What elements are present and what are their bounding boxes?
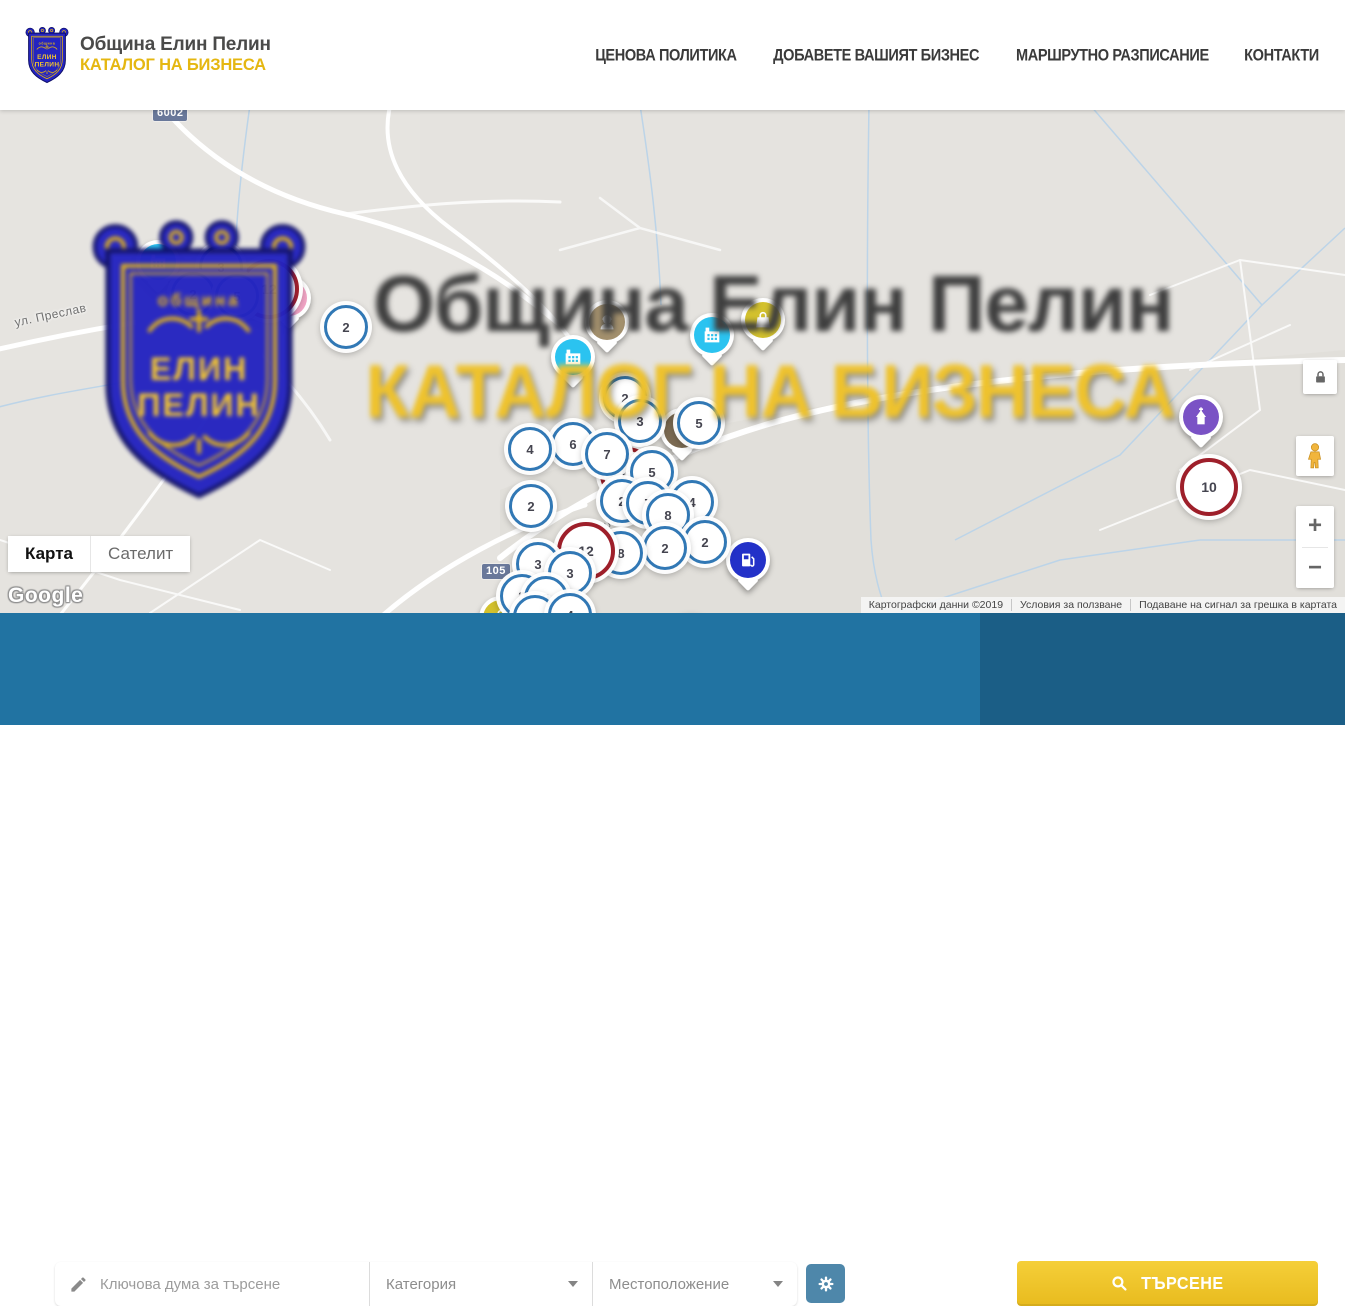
factory-icon — [147, 251, 169, 273]
pencil-icon — [69, 1275, 88, 1294]
street-view-pegman[interactable] — [1296, 436, 1334, 476]
google-logo[interactable]: Google — [8, 584, 83, 608]
pin-ball — [1179, 395, 1223, 439]
keyword-search-input[interactable] — [98, 1268, 369, 1300]
cluster-marker[interactable]: 2 — [324, 305, 368, 349]
search-icon — [1110, 1274, 1129, 1293]
cluster-marker[interactable]: 2 — [683, 520, 727, 564]
fuel-icon — [737, 549, 759, 571]
location-dropdown[interactable]: Местоположение — [592, 1262, 797, 1306]
nav-add-your-business[interactable]: ДОБАВЕТЕ ВАШИЯТ БИЗНЕС — [773, 46, 979, 64]
nav-pricing-policy[interactable]: ЦЕНОВА ПОЛИТИКА — [595, 46, 736, 64]
zoom-in-button[interactable]: + — [1296, 506, 1334, 547]
nav-contacts[interactable]: КОНТАКТИ — [1244, 46, 1319, 64]
map-type-satellite-button[interactable]: Сателит — [90, 536, 190, 572]
site-logo[interactable]: Община Елин Пелин КАТАЛОГ НА БИЗНЕСА — [24, 23, 271, 87]
map-markers-layer: 13123252235647522748228123338234510 — [0, 110, 1345, 613]
category-dropdown-label: Категория — [386, 1276, 456, 1293]
cluster-marker[interactable]: 7 — [585, 432, 629, 476]
site-subtitle: КАТАЛОГ НА БИЗНЕСА — [80, 57, 271, 74]
chevron-down-icon — [773, 1281, 783, 1287]
search-controls: Категория Местоположение — [55, 1262, 797, 1306]
cluster-marker[interactable]: 3 — [618, 399, 662, 443]
location-dropdown-label: Местоположение — [609, 1276, 729, 1293]
attribution-terms-link[interactable]: Условия за ползване — [1011, 599, 1130, 611]
keyword-field-wrap — [55, 1262, 369, 1306]
map-attribution: Картографски данни ©2019 Условия за полз… — [861, 597, 1345, 613]
main-nav: ЦЕНОВА ПОЛИТИКА ДОБАВЕТЕ ВАШИЯТ БИЗНЕС М… — [593, 47, 1320, 64]
worker-icon — [596, 311, 618, 333]
cluster-marker[interactable]: 5 — [677, 401, 721, 445]
pin-ball — [741, 298, 785, 342]
zoom-out-button[interactable]: − — [1296, 547, 1334, 588]
attribution-report-link[interactable]: Подаване на сигнал за грешка в картата — [1130, 599, 1345, 611]
category-pin-factory[interactable] — [690, 313, 734, 367]
chevron-down-icon — [568, 1281, 578, 1287]
cluster-marker[interactable]: 2 — [643, 526, 687, 570]
pin-ball — [726, 538, 770, 582]
factory-icon — [562, 346, 584, 368]
cluster-marker[interactable]: 10 — [1180, 458, 1238, 516]
cluster-marker[interactable]: 2 — [171, 272, 215, 316]
attribution-copyright: Картографски данни ©2019 — [861, 599, 1011, 611]
factory-icon — [701, 324, 723, 346]
gear-icon — [816, 1274, 836, 1294]
nav-route-schedule[interactable]: МАРШРУТНО РАЗПИСАНИЕ — [1016, 46, 1209, 64]
cluster-marker[interactable]: 4 — [508, 427, 552, 471]
pin-ball — [136, 240, 180, 284]
site-title: Община Елин Пелин — [80, 35, 271, 55]
category-pin-factory[interactable] — [551, 335, 595, 389]
lock-icon — [1313, 370, 1328, 385]
cluster-marker[interactable]: 2 — [509, 484, 553, 528]
zoom-control: + − — [1296, 506, 1334, 588]
bag-icon — [752, 309, 774, 331]
municipality-crest-icon — [24, 23, 70, 87]
search-button-label: ТЪРСЕНЕ — [1141, 1273, 1223, 1294]
fullscreen-lock-button[interactable] — [1303, 360, 1337, 394]
search-panel-right — [980, 613, 1345, 725]
pin-ball — [690, 313, 734, 357]
category-dropdown[interactable]: Категория — [369, 1262, 592, 1306]
google-map[interactable]: 6002105ул. Преславбул. „Новосел 13123252… — [0, 110, 1345, 613]
pin-ball — [551, 335, 595, 379]
category-pin-bag[interactable] — [741, 298, 785, 352]
advanced-settings-button[interactable] — [806, 1264, 845, 1303]
cluster-marker[interactable]: 5 — [215, 274, 259, 318]
map-type-control: Карта Сателит — [8, 536, 190, 572]
app-header: Община Елин Пелин КАТАЛОГ НА БИЗНЕСА ЦЕН… — [0, 0, 1345, 110]
category-pin-fuel[interactable] — [726, 538, 770, 592]
search-button[interactable]: ТЪРСЕНЕ — [1017, 1261, 1318, 1306]
search-panel: Категория Местоположение ТЪРСЕНЕ — [0, 613, 1345, 725]
category-pin-church[interactable] — [1179, 395, 1223, 449]
map-type-map-button[interactable]: Карта — [8, 536, 90, 572]
church-icon — [1190, 406, 1212, 428]
pegman-icon — [1304, 442, 1326, 470]
